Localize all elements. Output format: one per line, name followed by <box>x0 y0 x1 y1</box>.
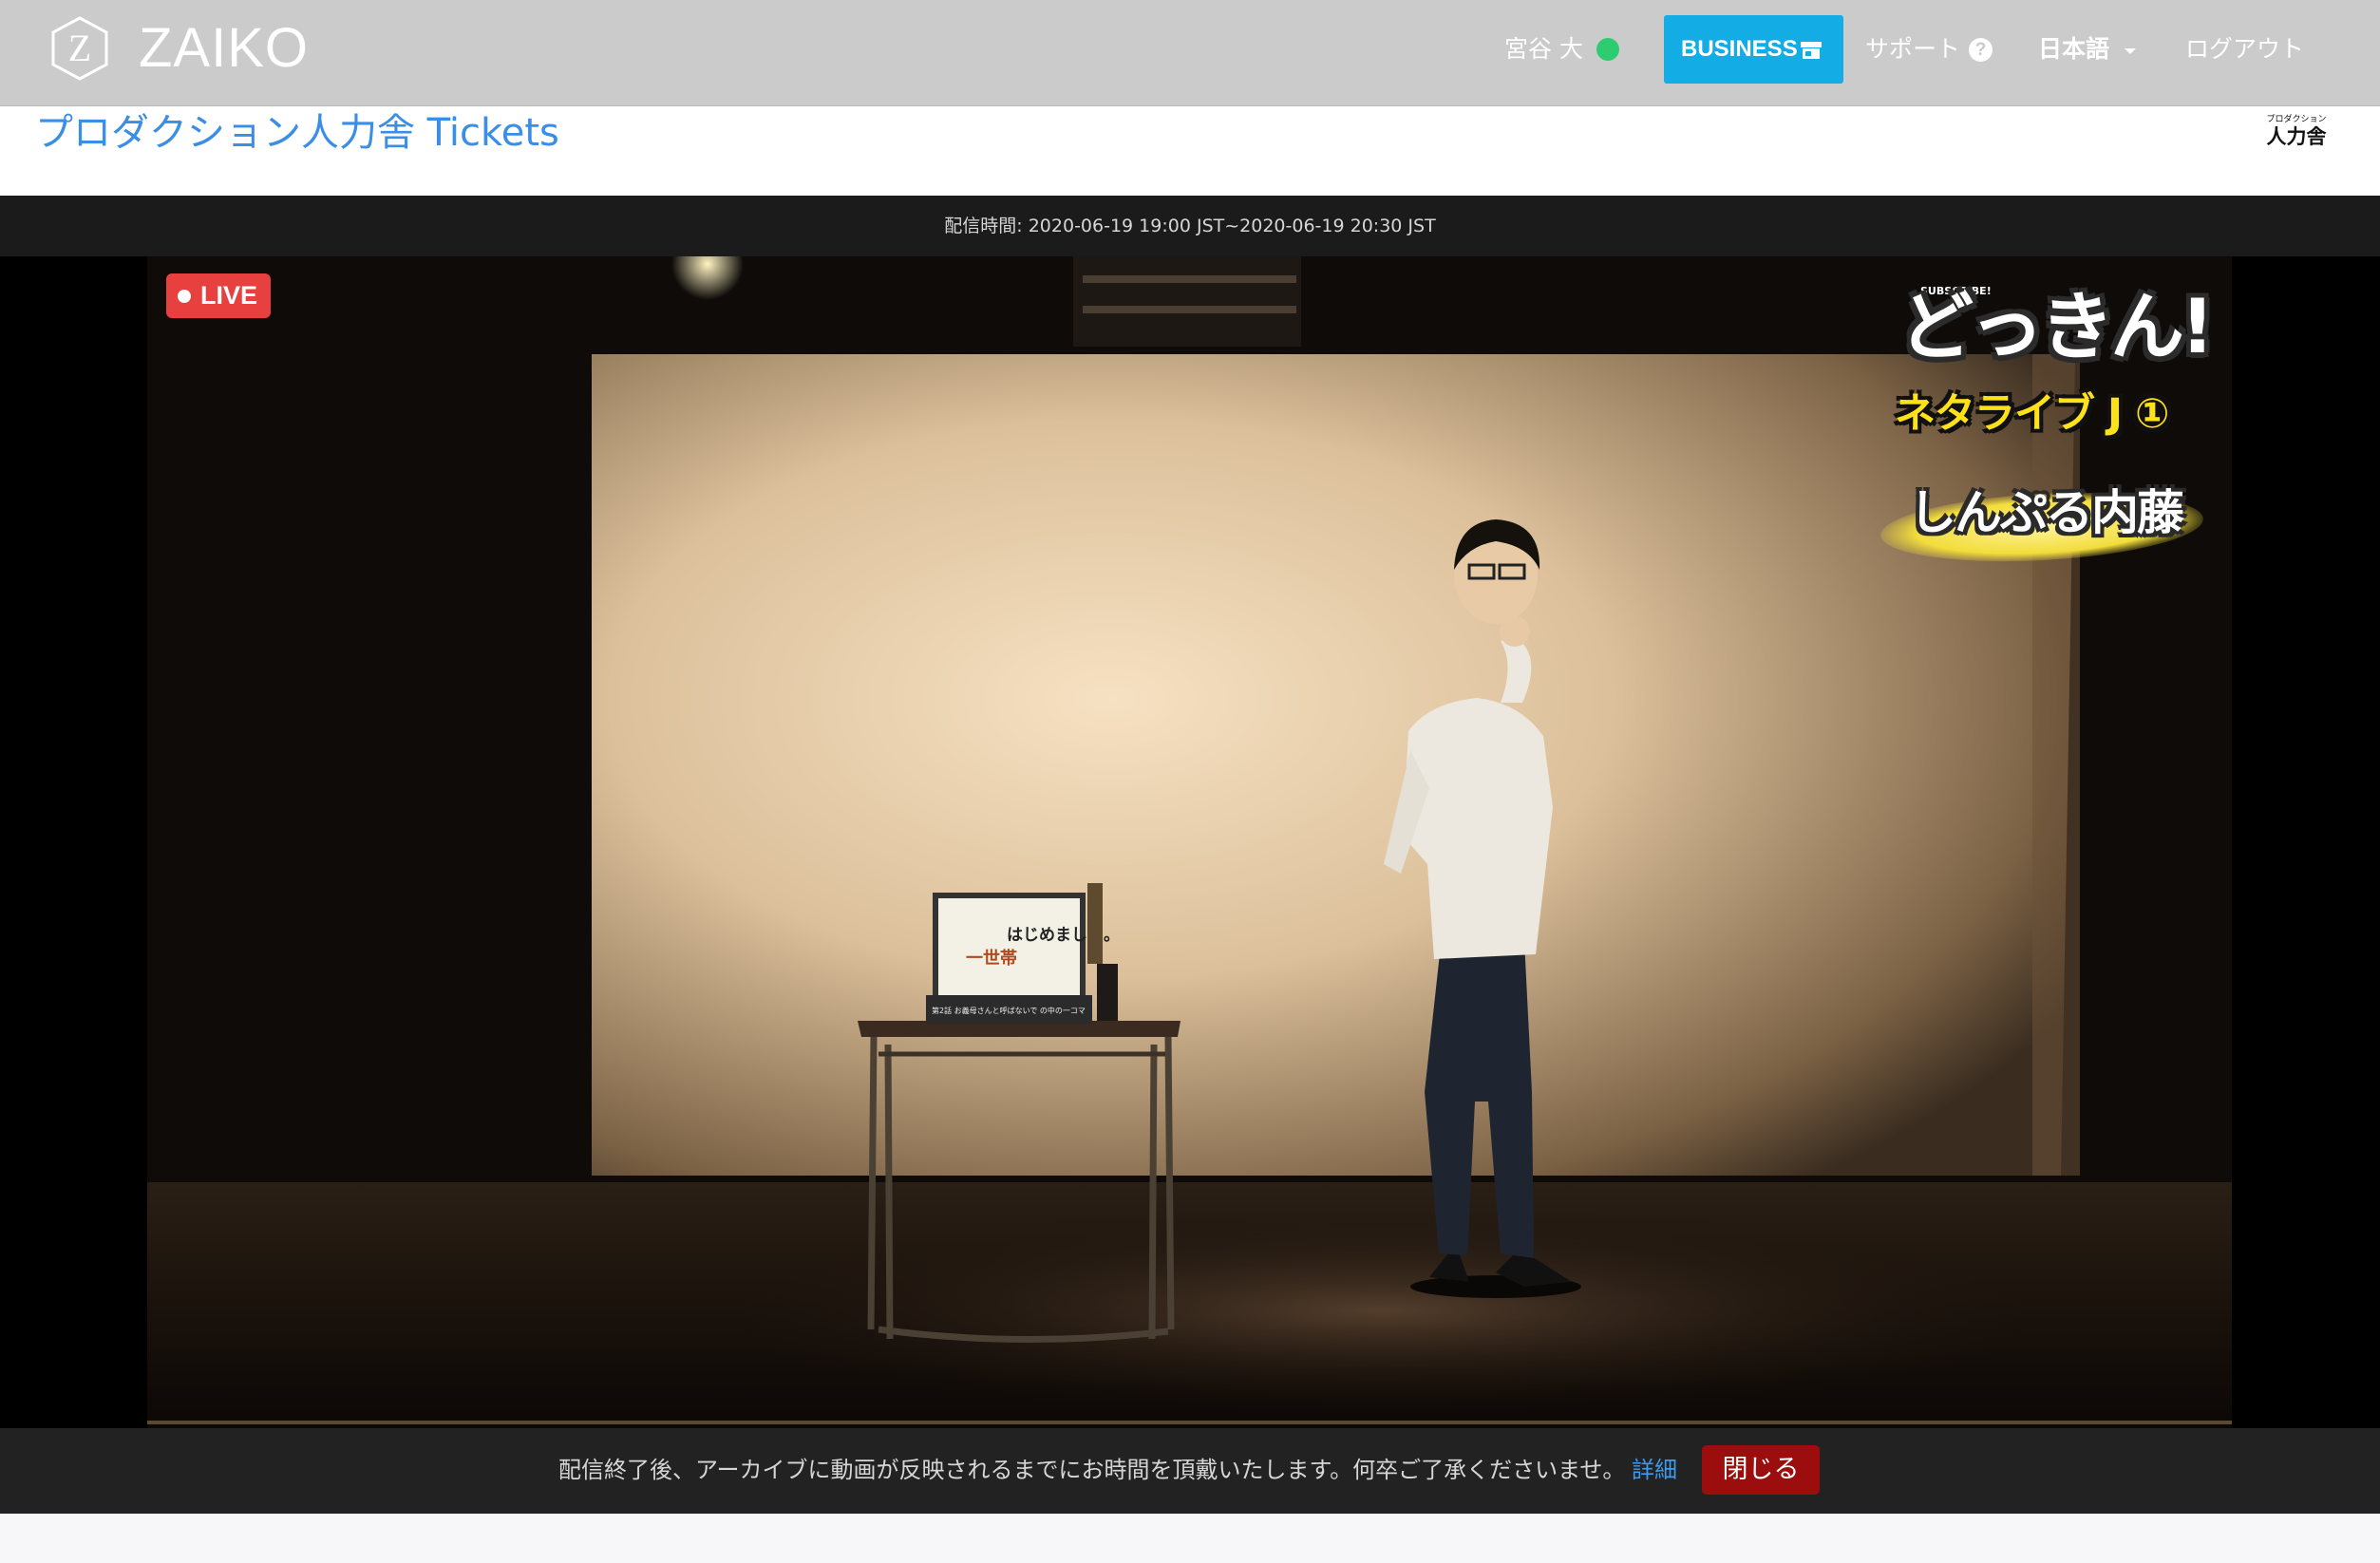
language-selector[interactable]: 日本語 <box>2038 30 2109 68</box>
online-status-indicator <box>1596 38 1619 61</box>
close-notice-button[interactable]: 閉じる <box>1702 1445 1820 1495</box>
chevron-down-icon[interactable] <box>2125 48 2136 54</box>
notice-details-link[interactable]: 詳細 <box>1632 1451 1677 1489</box>
performer-name-overlay: しんぷる内藤 <box>1909 485 2184 540</box>
business-button[interactable]: BUSINESS <box>1664 15 1843 84</box>
show-subtitle-overlay: ネタライブ J ① <box>1895 390 2169 438</box>
support-link[interactable]: サポート <box>1865 30 1960 68</box>
brand-name[interactable]: ZAIKO <box>139 18 309 79</box>
zaiko-logo-icon[interactable]: Z <box>49 15 110 82</box>
svg-text:はじめました。: はじめました。 <box>1007 926 1120 945</box>
top-navbar: Z ZAIKO 宮谷 大 BUSINESS サポート ? 日本語 ログアウト <box>0 0 2380 106</box>
stream-schedule: 配信時間: 2020-06-19 19:00 JST~2020-06-19 20… <box>0 196 2380 256</box>
live-badge: LIVE <box>166 273 271 318</box>
logout-link[interactable]: ログアウト <box>2185 30 2304 68</box>
svg-text:第2話 お義母さんと呼ばないで の中の一コマ: 第2話 お義母さんと呼ばないで の中の一コマ <box>932 1006 1086 1015</box>
help-icon[interactable]: ? <box>1969 38 1993 62</box>
organizer-logo[interactable]: プロダクション 人力舎 <box>2258 114 2334 158</box>
business-button-label: BUSINESS <box>1681 36 1798 62</box>
archive-notice-text: 配信終了後、アーカイブに動画が反映されるまでにお時間を頂戴いたします。何卒ご了承… <box>558 1457 1626 1483</box>
user-name[interactable]: 宮谷 大 <box>1504 30 1583 68</box>
svg-text:一世帯: 一世帯 <box>966 948 1017 969</box>
page-footer <box>0 1514 2380 1563</box>
live-dot-icon <box>178 290 191 303</box>
organizer-logo-big: 人力舎 <box>2266 124 2327 148</box>
live-label: LIVE <box>200 281 258 310</box>
page-title[interactable]: プロダクション人力舎 Tickets <box>35 108 559 158</box>
svg-text:Z: Z <box>68 27 91 69</box>
show-title-overlay: どっきん! <box>1899 285 2215 370</box>
store-icon <box>1801 42 1822 59</box>
